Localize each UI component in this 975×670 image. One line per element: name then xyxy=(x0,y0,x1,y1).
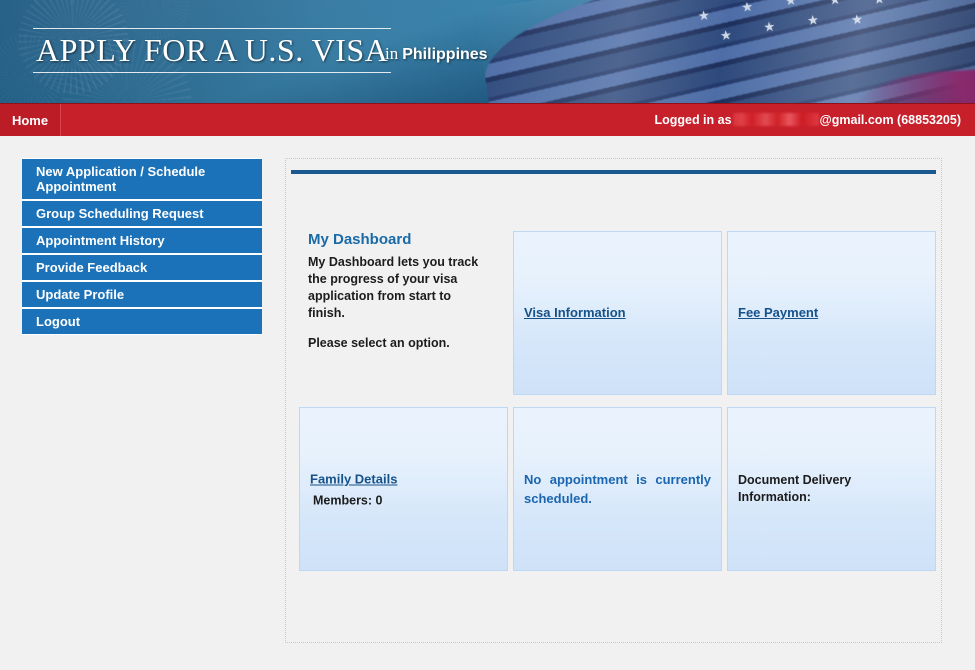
tile-document-delivery[interactable]: Document Delivery Information: xyxy=(727,407,936,571)
tile-family-details-content: Family Details Members: 0 xyxy=(310,471,497,508)
fee-payment-link[interactable]: Fee Payment xyxy=(738,305,818,320)
nav-item-home[interactable]: Home xyxy=(0,104,61,137)
family-details-link[interactable]: Family Details xyxy=(310,472,397,487)
tile-fee-payment[interactable]: Fee Payment xyxy=(727,231,936,395)
tile-document-delivery-content: Document Delivery Information: xyxy=(738,472,925,506)
logged-in-status: Logged in as @gmail.com (68853205) xyxy=(654,104,961,137)
site-wordmark: APPLY FOR A U.S. VISA xyxy=(33,28,392,73)
sidebar-item-appointment-history[interactable]: Appointment History xyxy=(22,228,262,253)
sidebar-item-logout[interactable]: Logout xyxy=(22,309,262,334)
dashboard-description: My Dashboard lets you track the progress… xyxy=(308,255,479,320)
sidebar-menu: New Application / Schedule Appointment G… xyxy=(22,158,262,335)
banner-country: in Philippines xyxy=(385,44,488,64)
us-flag-image: ★ ★ ★ ★ ★ ★ ★ ★ ★ ★ ★ ★ ★ ★ ★ ★ ★ ★ ★ xyxy=(474,0,975,103)
tile-appointment-status-content: No appointment is currently scheduled. xyxy=(524,470,711,508)
tile-visa-information-content: Visa Information xyxy=(524,304,711,322)
page-title: My Dashboard xyxy=(308,231,412,248)
family-members-count: Members: 0 xyxy=(313,493,383,508)
sidebar-item-new-application[interactable]: New Application / Schedule Appointment xyxy=(22,159,262,199)
page-root: ★ ★ ★ ★ ★ ★ ★ ★ ★ ★ ★ ★ ★ ★ ★ ★ ★ ★ ★ xyxy=(0,0,975,670)
banner-country-name: Philippines xyxy=(402,46,488,63)
visa-information-link[interactable]: Visa Information xyxy=(524,305,626,320)
sidebar-item-group-scheduling[interactable]: Group Scheduling Request xyxy=(22,201,262,226)
dashboard-panel: My Dashboard My Dashboard lets you track… xyxy=(285,158,942,643)
logged-in-user-id: (68853205) xyxy=(897,113,961,127)
site-banner: ★ ★ ★ ★ ★ ★ ★ ★ ★ ★ ★ ★ ★ ★ ★ ★ ★ ★ ★ xyxy=(0,0,975,103)
tile-family-details[interactable]: Family Details Members: 0 xyxy=(299,407,508,571)
main-navbar: Home Logged in as @gmail.com (68853205) xyxy=(0,103,975,137)
content-area: New Application / Schedule Appointment G… xyxy=(0,136,975,670)
dashboard-intro: My Dashboard My Dashboard lets you track… xyxy=(308,231,490,352)
panel-heading-rule xyxy=(291,170,936,174)
document-delivery-label: Document Delivery Information: xyxy=(738,473,852,504)
sidebar-item-update-profile[interactable]: Update Profile xyxy=(22,282,262,307)
logged-in-label: Logged in as xyxy=(654,113,732,127)
tile-fee-payment-content: Fee Payment xyxy=(738,304,925,322)
banner-in-word: in xyxy=(385,44,399,63)
redacted-email-local-part xyxy=(732,113,819,126)
logged-in-email-domain: @gmail.com xyxy=(819,113,894,127)
tile-appointment-status[interactable]: No appointment is currently scheduled. xyxy=(513,407,722,571)
appointment-status-message: No appointment is currently scheduled. xyxy=(524,472,711,506)
sidebar-item-provide-feedback[interactable]: Provide Feedback xyxy=(22,255,262,280)
tile-visa-information[interactable]: Visa Information xyxy=(513,231,722,395)
dashboard-prompt: Please select an option. xyxy=(308,336,450,350)
